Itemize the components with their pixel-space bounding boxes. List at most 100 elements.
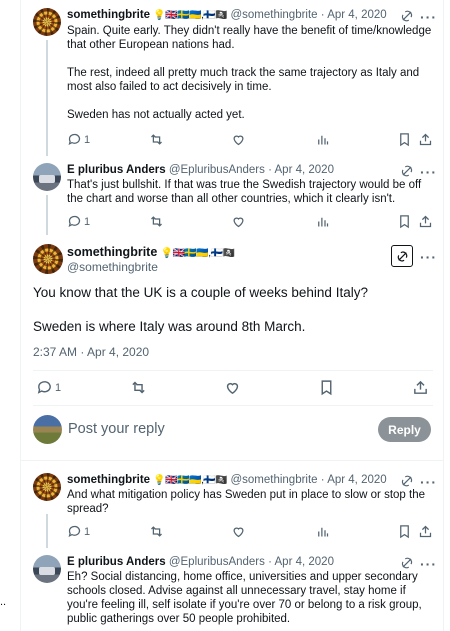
heart-icon (226, 382, 239, 395)
tweet-text: And what mitigation policy has Sweden pu… (67, 488, 433, 516)
avatar[interactable] (33, 555, 61, 583)
bookmark-button[interactable] (397, 132, 412, 147)
share-button[interactable] (412, 379, 429, 396)
tweet-text: That's just bullshit. If that was true t… (67, 178, 433, 206)
share-icon (419, 133, 432, 146)
side-ellipsis: .. (0, 596, 7, 608)
share-button[interactable] (418, 524, 433, 539)
views-button[interactable] (315, 132, 330, 147)
views-icon (318, 527, 329, 537)
views-icon (318, 217, 329, 227)
tweet-paragraph: Sweden is where Italy was around 8th Mar… (33, 319, 306, 334)
bookmark-button[interactable] (397, 214, 412, 229)
reply-button[interactable]: 1 (67, 214, 90, 229)
reply-button[interactable]: 1 (36, 379, 61, 396)
separator: · (268, 164, 272, 176)
tweet-actions: 1 (67, 132, 433, 148)
tweet-text: Spain. Quite early. They didn't really h… (67, 24, 433, 122)
divider (33, 405, 433, 406)
display-name[interactable]: E pluribus Anders (67, 164, 166, 176)
avatar[interactable] (33, 473, 61, 501)
display-name[interactable]: somethingbrite (67, 245, 157, 259)
reply-count: 1 (84, 215, 91, 228)
handle[interactable]: @EpluribusAnders (169, 556, 265, 568)
tweet-paragraph: That's just bullshit. If that was true t… (67, 179, 422, 205)
bookmark-button[interactable] (397, 524, 412, 539)
tweet-paragraph: Spain. Quite early. They didn't really h… (67, 25, 432, 51)
divider (20, 460, 444, 461)
like-button[interactable] (231, 524, 246, 539)
repost-button[interactable] (130, 379, 147, 396)
like-button[interactable] (231, 132, 246, 147)
tweet-paragraph: Sweden has not actually acted yet. (67, 109, 245, 121)
tweet-text: Eh? Social distancing, home office, univ… (67, 570, 433, 626)
reply-composer: Post your reply Reply (33, 415, 433, 445)
tweet-header: E pluribus Anders @EpluribusAnders · Apr… (67, 555, 334, 570)
more-options-icon[interactable]: ··· (420, 557, 437, 571)
repost-icon (151, 134, 162, 145)
reply-icon (68, 215, 81, 228)
separator: · (320, 474, 325, 486)
tweet-actions: 1 (67, 214, 433, 230)
name-emoji-flags: 💡🇬🇧🇸🇪🇺🇦,🇫🇮🏴‍☠️ (153, 475, 228, 486)
separator: · (268, 556, 272, 568)
bookmark-button[interactable] (318, 379, 335, 396)
reply-icon (37, 381, 51, 394)
grok-button[interactable] (391, 245, 413, 267)
bookmark-icon (400, 133, 409, 147)
main-tweet-actions: 1 (36, 379, 432, 397)
avatar (33, 415, 62, 444)
tweet-date[interactable]: Apr 4, 2020 (275, 164, 334, 176)
tweet-paragraph: The rest, indeed all pretty much track t… (67, 67, 420, 93)
grok-icon (397, 251, 407, 261)
tweet-date[interactable]: Apr 4, 2020 (275, 556, 334, 568)
tweet-date[interactable]: Apr 4, 2020 (327, 9, 386, 21)
views-button[interactable] (315, 214, 330, 229)
tweet-date[interactable]: Apr 4, 2020 (327, 474, 386, 486)
reply-submit-button[interactable]: Reply (378, 417, 431, 442)
share-icon (419, 525, 432, 538)
like-button[interactable] (231, 214, 246, 229)
display-name[interactable]: somethingbrite (67, 9, 150, 21)
heart-icon (233, 135, 244, 146)
avatar[interactable] (33, 163, 61, 191)
handle[interactable]: @somethingbrite (230, 9, 317, 21)
tweet-paragraph: And what mitigation policy has Sweden pu… (67, 489, 425, 515)
reply-input[interactable]: Post your reply (68, 421, 165, 437)
share-button[interactable] (418, 132, 433, 147)
repost-button[interactable] (149, 132, 164, 147)
more-options-icon[interactable]: ··· (420, 165, 437, 179)
like-button[interactable] (224, 379, 241, 396)
avatar[interactable] (33, 8, 61, 36)
reply-count: 1 (84, 525, 91, 538)
handle-row: @somethingbrite (67, 260, 158, 276)
share-icon (414, 380, 427, 394)
handle[interactable]: @somethingbrite (67, 260, 158, 274)
thread-line (46, 40, 48, 156)
more-options-icon[interactable]: ··· (420, 250, 437, 264)
repost-button[interactable] (149, 524, 164, 539)
repost-icon (132, 381, 145, 394)
views-icon (318, 135, 329, 145)
handle[interactable]: @EpluribusAnders (169, 164, 265, 176)
views-button[interactable] (315, 524, 330, 539)
tweet-header: somethingbrite 💡🇬🇧🇸🇪🇺🇦,🇫🇮🏴‍☠️ @something… (67, 8, 387, 23)
reply-button[interactable]: 1 (67, 132, 90, 147)
tweet-timestamp[interactable]: 2:37 AM · Apr 4, 2020 (33, 345, 149, 359)
display-name[interactable]: E pluribus Anders (67, 556, 166, 568)
repost-icon (151, 526, 162, 537)
heart-icon (233, 217, 244, 228)
reply-button[interactable]: 1 (67, 524, 90, 539)
bookmark-icon (400, 215, 409, 229)
main-tweet-text: You know that the UK is a couple of week… (33, 284, 433, 335)
tweet-header: E pluribus Anders @EpluribusAnders · Apr… (67, 163, 334, 178)
repost-button[interactable] (149, 214, 164, 229)
more-options-icon[interactable]: ··· (420, 475, 437, 489)
handle[interactable]: @somethingbrite (230, 474, 317, 486)
share-button[interactable] (418, 214, 433, 229)
thread-line (46, 195, 48, 235)
tweet-header: somethingbrite 💡🇬🇧🇸🇪🇺🇦,🇫🇮🏴‍☠️ @something… (67, 473, 387, 488)
display-name[interactable]: somethingbrite (67, 474, 150, 486)
avatar[interactable] (33, 244, 63, 274)
more-options-icon[interactable]: ··· (420, 10, 437, 24)
